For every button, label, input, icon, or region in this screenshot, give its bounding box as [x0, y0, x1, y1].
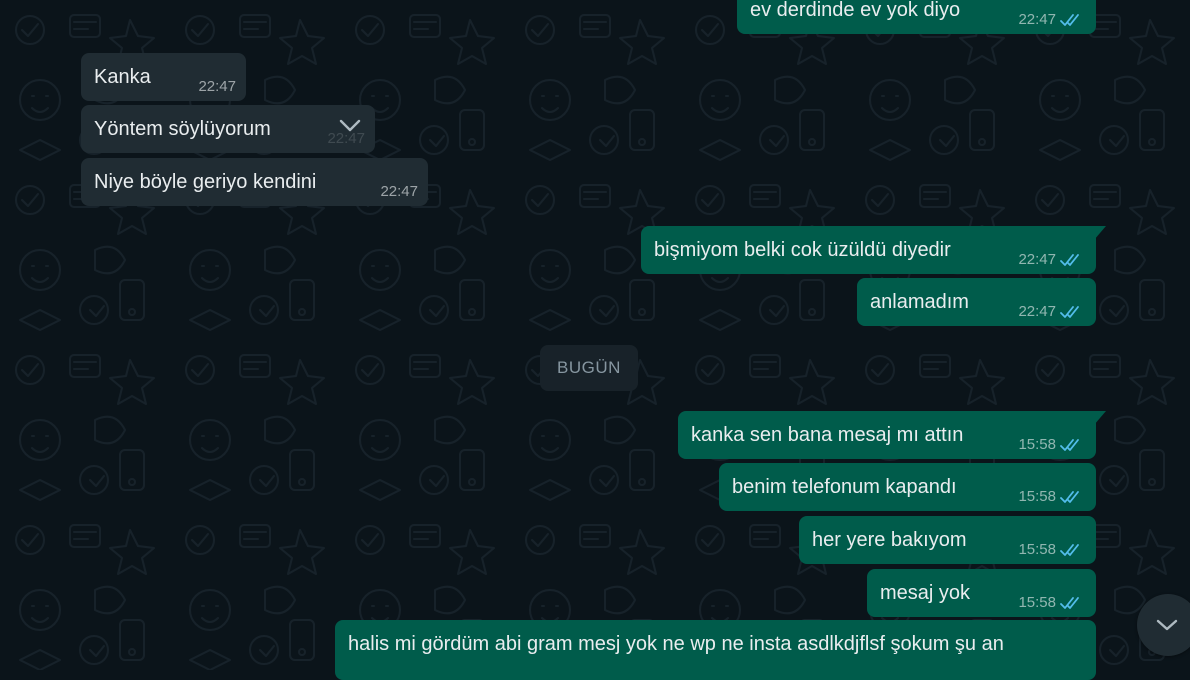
message-bubble-outgoing[interactable]: bişmiyom belki cok üzüldü diyedir 22:47	[641, 226, 1096, 274]
chevron-down-icon[interactable]	[339, 119, 361, 133]
scroll-to-bottom-button[interactable]	[1137, 594, 1190, 656]
message-bubble-outgoing[interactable]: ev derdinde ev yok diyo 22:47	[737, 0, 1096, 34]
message-meta: 22:47	[1018, 11, 1084, 28]
message-bubble-incoming[interactable]: Kanka 22:47	[81, 53, 246, 101]
double-check-icon	[1060, 305, 1079, 318]
date-separator: BUGÜN	[540, 345, 638, 391]
message-time: 22:47	[1018, 11, 1056, 28]
message-text: halis mi gördüm abi gram mesj yok ne wp …	[348, 633, 1004, 655]
message-meta: 22:47	[198, 78, 236, 95]
message-time: 22:47	[198, 78, 236, 95]
message-bubble-outgoing[interactable]: halis mi gördüm abi gram mesj yok ne wp …	[335, 620, 1096, 680]
message-meta: 15:58	[1018, 488, 1084, 505]
bubble-tail	[1094, 226, 1106, 240]
double-check-icon	[1060, 490, 1079, 503]
double-check-icon	[1060, 438, 1079, 451]
message-time: 15:58	[1018, 436, 1056, 453]
message-bubble-incoming[interactable]: Yöntem söylüyorum 22:47	[81, 105, 375, 153]
message-time: 15:58	[1018, 594, 1056, 611]
message-text: anlamadım	[870, 291, 969, 313]
message-meta: 15:58	[1018, 436, 1084, 453]
message-time: 22:47	[1018, 303, 1056, 320]
message-bubble-incoming[interactable]: Niye böyle geriyo kendini 22:47	[81, 158, 428, 206]
message-bubble-outgoing[interactable]: mesaj yok 15:58	[867, 569, 1096, 617]
message-text: Yöntem söylüyorum	[94, 118, 271, 140]
message-text: her yere bakıyom	[812, 529, 967, 551]
message-text: Niye böyle geriyo kendini	[94, 171, 317, 193]
message-meta: 15:58	[1018, 541, 1084, 558]
double-check-icon	[1060, 13, 1079, 26]
message-meta: 22:47	[1018, 251, 1084, 268]
message-meta: 22:47	[380, 183, 418, 200]
message-time: 22:47	[1018, 251, 1056, 268]
bubble-tail	[1094, 411, 1106, 425]
double-check-icon	[1060, 253, 1079, 266]
message-time: 15:58	[1018, 488, 1056, 505]
message-meta: 15:58	[1018, 594, 1084, 611]
message-time: 15:58	[1018, 541, 1056, 558]
message-bubble-outgoing[interactable]: benim telefonum kapandı 15:58	[719, 463, 1096, 511]
message-bubble-outgoing[interactable]: her yere bakıyom 15:58	[799, 516, 1096, 564]
message-text: benim telefonum kapandı	[732, 476, 957, 498]
double-check-icon	[1060, 596, 1079, 609]
message-text: bişmiyom belki cok üzüldü diyedir	[654, 239, 951, 261]
message-bubble-outgoing[interactable]: anlamadım 22:47	[857, 278, 1096, 326]
message-text: Kanka	[94, 66, 151, 88]
message-text: mesaj yok	[880, 582, 971, 604]
message-time: 22:47	[380, 183, 418, 200]
message-text: kanka sen bana mesaj mı attın	[691, 424, 964, 446]
date-separator-label: BUGÜN	[557, 358, 621, 377]
chevron-down-icon	[1156, 619, 1178, 631]
message-text: ev derdinde ev yok diyo	[750, 0, 961, 21]
message-bubble-outgoing[interactable]: kanka sen bana mesaj mı attın 15:58	[678, 411, 1096, 459]
message-meta: 22:47	[1018, 303, 1084, 320]
double-check-icon	[1060, 543, 1079, 556]
